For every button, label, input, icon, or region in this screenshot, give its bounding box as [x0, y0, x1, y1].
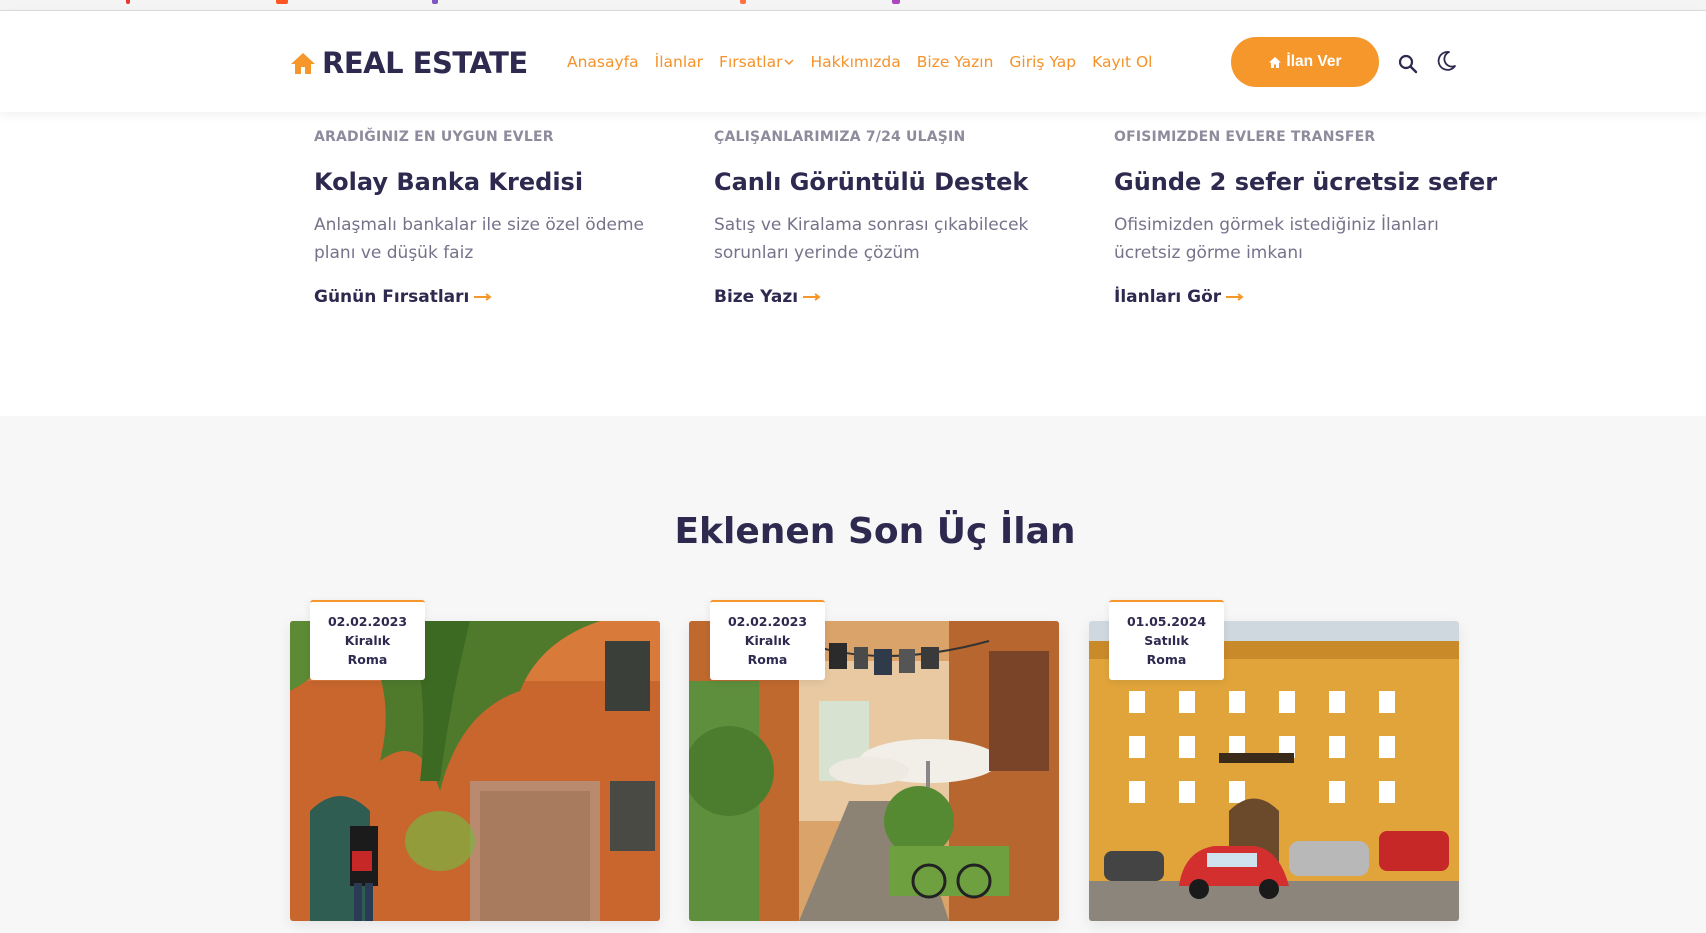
nav-home[interactable]: Anasayfa [567, 53, 639, 71]
listing-city: Roma [1146, 652, 1187, 667]
feature-link[interactable]: İlanları Gör [1114, 287, 1244, 307]
feature-link[interactable]: Bize Yazı [714, 287, 821, 307]
listing-type: Satılık [1144, 633, 1189, 648]
post-listing-label: İlan Ver [1286, 53, 1342, 70]
feature-title: Kolay Banka Kredisi [314, 168, 584, 196]
logo[interactable]: REAL ESTATE [290, 46, 528, 80]
feature-card: ÇALIŞANLARIMIZA 7/24 ULAŞIN Canlı Görünt… [714, 129, 1074, 307]
nav-login[interactable]: Giriş Yap [1009, 53, 1076, 71]
nav-deals[interactable]: Fırsatlar [719, 53, 794, 71]
nav-register[interactable]: Kayıt Ol [1092, 53, 1152, 71]
listing-type: Kiralık [344, 633, 391, 648]
feature-link-label: Günün Fırsatları [314, 287, 470, 307]
feature-card: OFISIMIZDEN EVLERE TRANSFER Günde 2 sefe… [1114, 129, 1498, 307]
feature-description: Satış ve Kiralama sonrası çıkabilecek so… [714, 215, 1029, 263]
site-header: REAL ESTATE Anasayfa İlanlar Fırsatlar H… [0, 11, 1706, 112]
feature-kicker: OFISIMIZDEN EVLERE TRANSFER [1114, 129, 1376, 145]
arrow-right-icon [474, 293, 493, 301]
listing-city: Roma [347, 652, 388, 667]
arrow-right-icon [1226, 293, 1244, 301]
features-section: ARADIĞINIZ EN UYGUN EVLER Kolay Banka Kr… [0, 112, 1706, 416]
feature-title: Günde 2 sefer ücretsiz sefer [1114, 168, 1498, 196]
brand-name: REAL ESTATE [322, 46, 528, 80]
feature-description: Anlaşmalı bankalar ile size özel ödeme p… [314, 215, 644, 263]
nav-listings[interactable]: İlanlar [655, 53, 703, 71]
nav-about[interactable]: Hakkımızda [810, 53, 900, 71]
home-icon [1269, 56, 1282, 68]
post-listing-button[interactable]: İlan Ver [1231, 37, 1379, 87]
main-nav: Anasayfa İlanlar Fırsatlar Hakkımızda Bi… [567, 53, 1152, 71]
chevron-down-icon [784, 59, 794, 66]
feature-kicker: ÇALIŞANLARIMIZA 7/24 ULAŞIN [714, 129, 966, 145]
section-title: Eklenen Son Üç İlan [674, 511, 1076, 552]
home-icon [291, 53, 315, 74]
latest-listings-section: Eklenen Son Üç İlan 02.02.2023 Kiralık R… [0, 416, 1706, 933]
listing-tag: 01.05.2024 Satılık Roma [1109, 600, 1224, 680]
moon-icon[interactable] [1435, 49, 1457, 73]
nav-contact[interactable]: Bize Yazın [917, 53, 994, 71]
feature-card: ARADIĞINIZ EN UYGUN EVLER Kolay Banka Kr… [314, 129, 674, 307]
feature-link[interactable]: Günün Fırsatları [314, 287, 493, 307]
listing-type: Kiralık [744, 633, 791, 648]
search-icon[interactable] [1398, 54, 1418, 74]
feature-description: Ofisimizden görmek istediğiniz İlanları … [1114, 215, 1439, 263]
listing-date: 02.02.2023 [727, 614, 808, 629]
feature-link-label: İlanları Gör [1114, 287, 1222, 307]
feature-kicker: ARADIĞINIZ EN UYGUN EVLER [314, 129, 554, 145]
listing-tag: 02.02.2023 Kiralık Roma [710, 600, 825, 680]
listing-city: Roma [747, 652, 788, 667]
listing-date: 02.02.2023 [327, 614, 408, 629]
feature-link-label: Bize Yazı [714, 287, 799, 307]
listing-tag: 02.02.2023 Kiralık Roma [310, 600, 425, 680]
feature-title: Canlı Görüntülü Destek [714, 168, 1029, 196]
browser-tabs-strip [0, 0, 1706, 11]
listing-date: 01.05.2024 [1126, 614, 1207, 629]
arrow-right-icon [803, 293, 821, 301]
nav-deals-label: Fırsatlar [719, 53, 783, 71]
